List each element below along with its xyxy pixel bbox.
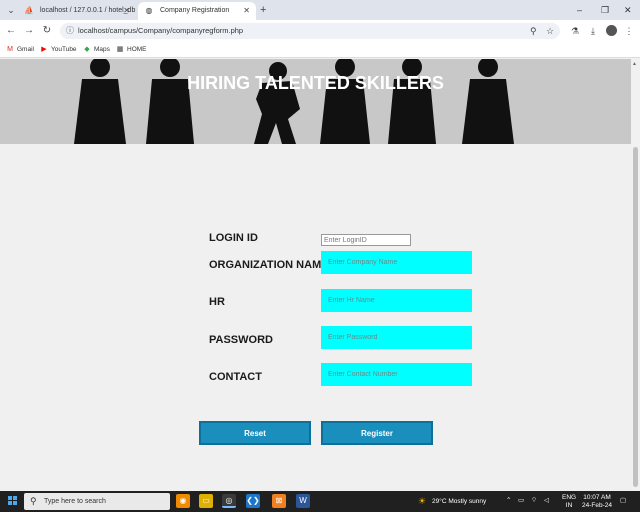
minimize-icon[interactable]: – [577, 3, 582, 17]
profile-avatar[interactable] [606, 25, 617, 36]
password-label: PASSWORD [209, 334, 273, 346]
weather-icon: ☀ [418, 496, 427, 506]
close-icon[interactable]: ✕ [243, 2, 250, 20]
xampp-app-icon[interactable]: ◉ [176, 494, 190, 508]
tab-bar: ⌄ ⛵ localhost / 127.0.0.1 / hotel_db ✕ ◍… [0, 0, 640, 20]
password-input[interactable] [321, 326, 472, 349]
download-icon[interactable]: ⤓ [586, 24, 600, 38]
zoom-icon[interactable]: ⚲ [530, 25, 537, 37]
bookmark-home[interactable]: ▦ HOME [116, 42, 147, 58]
bookmark-maps[interactable]: ◆ Maps [83, 42, 110, 58]
network-icon[interactable]: ▭ [518, 497, 524, 505]
volume-icon[interactable]: ◁ [544, 497, 549, 505]
taskbar-search[interactable]: ⚲ Type here to search [24, 493, 170, 510]
new-tab-button[interactable]: + [260, 3, 266, 17]
bookmark-star-icon[interactable]: ☆ [546, 25, 554, 37]
window-close-icon[interactable]: ✕ [624, 3, 632, 17]
tab-phpmyadmin[interactable]: ⛵ localhost / 127.0.0.1 / hotel_db ✕ [18, 2, 136, 20]
bookmarks-bar: M Gmail ▶ YouTube ◆ Maps ▦ HOME [0, 42, 640, 58]
file-explorer-icon[interactable]: ▭ [199, 494, 213, 508]
globe-icon: ◍ [145, 6, 153, 15]
silhouettes-image [74, 59, 514, 144]
banner-title: HIRING TALENTED SKILLERS [187, 73, 444, 93]
clock[interactable]: 10:07 AM 24-Feb-24 [582, 494, 612, 510]
bookmark-label: HOME [127, 46, 147, 53]
chrome-app-icon[interactable]: ◎ [222, 494, 236, 508]
hr-input[interactable] [321, 289, 472, 312]
page-scrollbar[interactable]: ▲ [631, 59, 640, 491]
page-content: HIRING TALENTED SKILLERS LOGIN ID ORGANI… [0, 59, 631, 491]
clock-date: 24-Feb-24 [582, 502, 612, 509]
xampp-control-icon[interactable]: ⊠ [272, 494, 286, 508]
language-indicator[interactable]: ENG IN [562, 494, 576, 510]
windows-taskbar: ⚲ Type here to search ◉ ▭ ◎ ❮❯ ⊠ W ☀ 29°… [0, 491, 640, 512]
vscode-app-icon[interactable]: ❮❯ [246, 494, 260, 508]
windows-start-icon[interactable] [8, 496, 18, 506]
bookmark-label: YouTube [51, 46, 77, 53]
menu-icon[interactable]: ⋮ [622, 24, 636, 38]
back-arrow-icon[interactable]: ← [4, 24, 18, 38]
close-icon[interactable]: ✕ [123, 2, 130, 20]
gmail-icon: M [7, 46, 13, 53]
bookmark-label: Gmail [17, 46, 34, 53]
maps-icon: ◆ [84, 46, 90, 53]
tray-chevron-icon[interactable]: ⌃ [506, 497, 511, 505]
scroll-up-arrow-icon[interactable]: ▲ [632, 61, 637, 67]
tab-title: Company Registration [160, 7, 230, 14]
forward-arrow-icon[interactable]: → [22, 24, 36, 38]
organization-name-input[interactable] [321, 251, 472, 274]
bookmark-gmail[interactable]: M Gmail [6, 42, 34, 58]
address-bar[interactable]: ⓘ localhost/campus/Company/companyregfor… [60, 23, 560, 39]
labs-icon[interactable]: ⚗ [568, 24, 582, 38]
folder-icon: ▦ [116, 46, 124, 53]
restore-icon[interactable]: ❐ [601, 3, 609, 17]
search-icon: ⚲ [30, 496, 37, 506]
youtube-icon: ▶ [41, 46, 47, 53]
bookmark-label: Maps [94, 46, 110, 53]
language-top: ENG [562, 494, 577, 501]
organization-name-label: ORGANIZATION NAME [209, 259, 329, 271]
reset-button[interactable]: Reset [199, 421, 311, 445]
url-text: localhost/campus/Company/companyregform.… [78, 26, 244, 35]
login-id-input[interactable] [321, 234, 411, 246]
taskbar-search-placeholder: Type here to search [44, 498, 106, 505]
hero-banner: HIRING TALENTED SKILLERS [0, 59, 631, 144]
contact-input[interactable] [321, 363, 472, 386]
site-info-icon[interactable]: ⓘ [64, 25, 76, 37]
reload-icon[interactable]: ↻ [40, 24, 54, 38]
register-button[interactable]: Register [321, 421, 433, 445]
scroll-thumb[interactable] [633, 147, 638, 487]
weather-text[interactable]: 29°C Mostly sunny [432, 498, 486, 506]
tab-company-registration[interactable]: ◍ Company Registration ✕ [138, 2, 256, 20]
clock-time: 10:07 AM [583, 494, 611, 501]
bookmark-youtube[interactable]: ▶ YouTube [40, 42, 77, 58]
tab-title: localhost / 127.0.0.1 / hotel_db [40, 7, 136, 14]
phpmyadmin-icon: ⛵ [24, 6, 34, 15]
hr-label: HR [209, 296, 225, 308]
word-app-icon[interactable]: W [296, 494, 310, 508]
notification-icon[interactable]: ▢ [620, 497, 626, 505]
language-bottom: IN [565, 502, 573, 509]
tab-search-icon[interactable]: ⌄ [4, 3, 18, 17]
contact-label: CONTACT [209, 371, 262, 383]
wifi-icon[interactable]: ⌔ [531, 497, 537, 505]
browser-toolbar: ← → ↻ ⓘ localhost/campus/Company/company… [0, 20, 640, 42]
login-id-label: LOGIN ID [209, 232, 258, 244]
